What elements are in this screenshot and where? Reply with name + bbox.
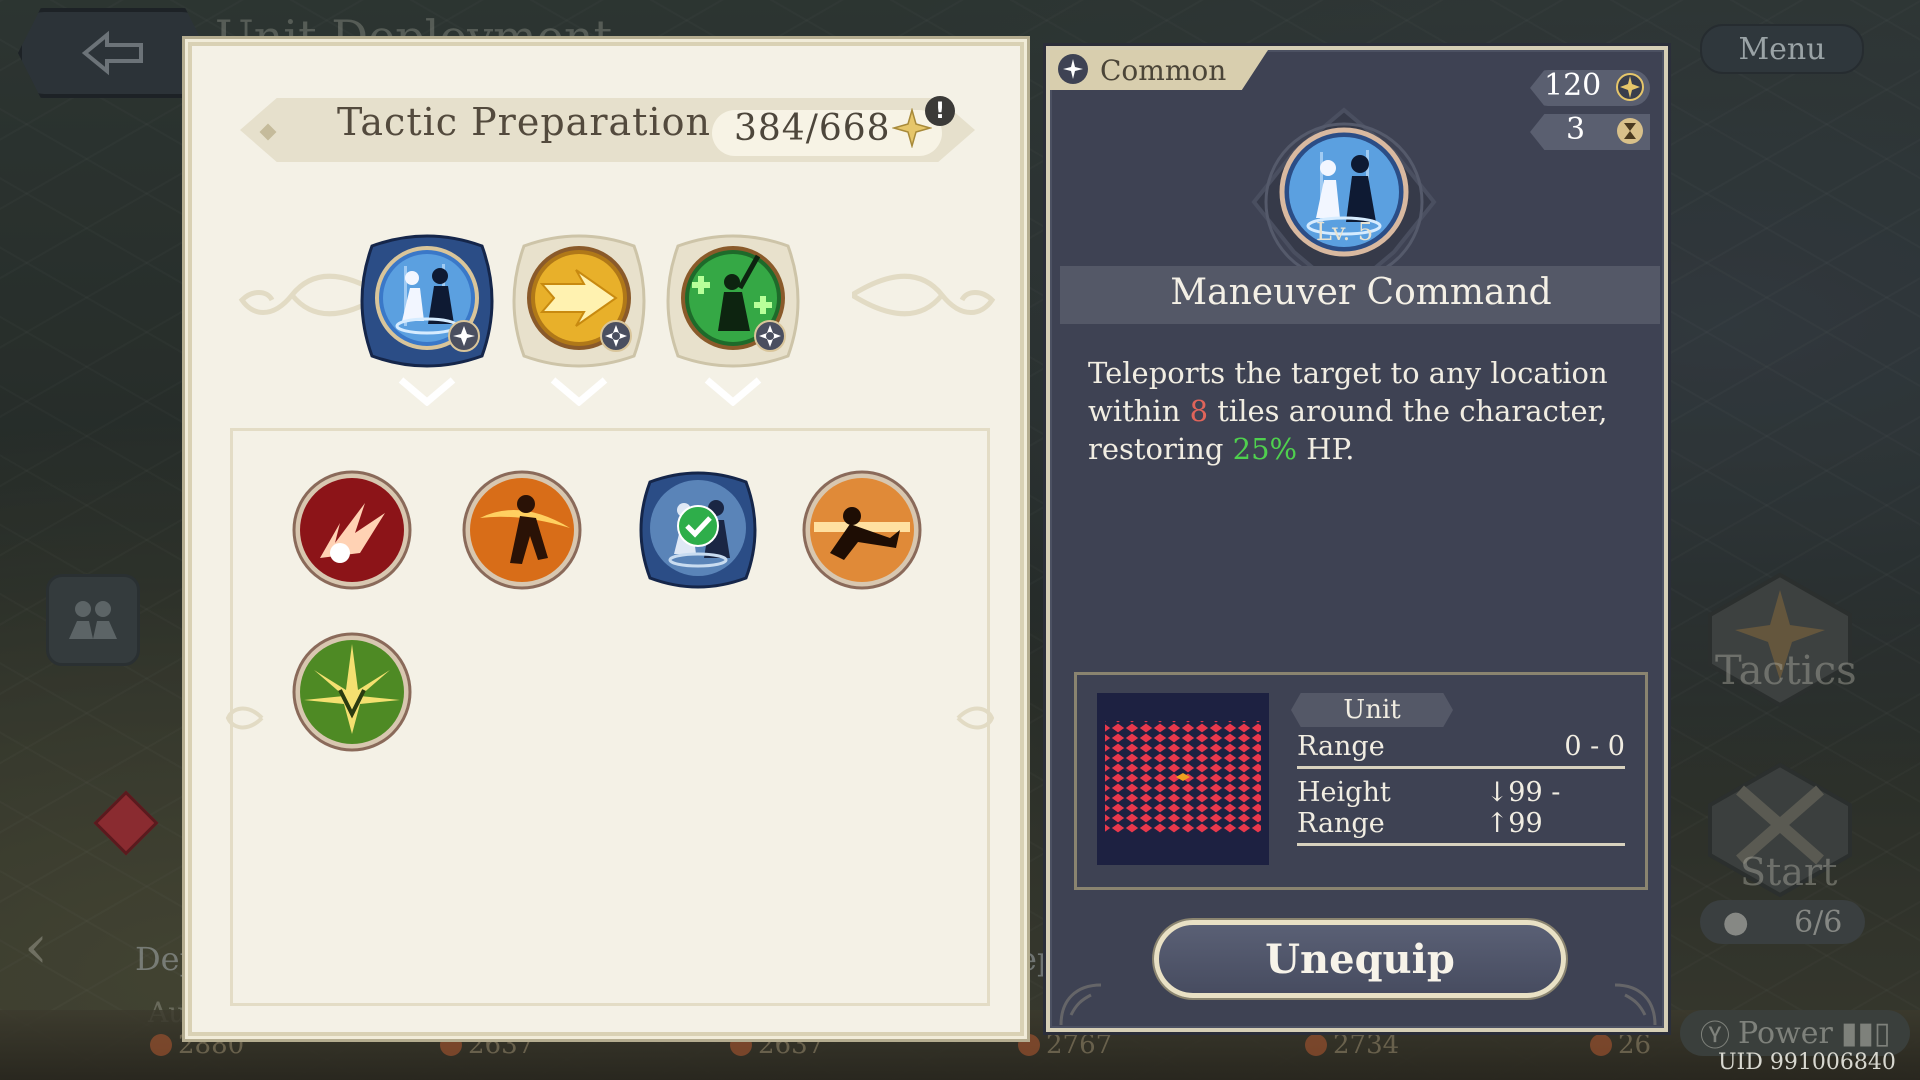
unit-power-value: 2767	[1046, 1030, 1113, 1060]
points-value: 384/668	[734, 108, 891, 149]
desc-tiles-value: 8	[1189, 394, 1209, 428]
side-ornament-icon	[956, 706, 995, 730]
range-row: Range 0 - 0	[1297, 731, 1625, 769]
right-ornament-icon	[852, 273, 996, 317]
unit-icon: ●	[1722, 904, 1749, 940]
range-label: Range	[1297, 731, 1385, 762]
corner-ornament-icon	[1059, 983, 1102, 1026]
power-icon	[730, 1034, 752, 1056]
tactic-level: Lv. 5	[1316, 218, 1374, 246]
range-map	[1097, 693, 1269, 865]
unit-power-value: 2734	[1333, 1030, 1400, 1060]
tactic-point-icon	[1616, 73, 1644, 101]
back-button[interactable]	[18, 8, 208, 98]
cost-value: 120	[1544, 68, 1602, 103]
cooldown-value: 3	[1566, 112, 1586, 147]
uid-text: UID 991006840	[1718, 1050, 1896, 1075]
equipped-slot-1[interactable]	[352, 226, 502, 376]
tactic-detail-panel: Common 120 3 Lv. 5 Maneuver Command Tele…	[1046, 46, 1668, 1032]
inventory-item-maneuver-command[interactable]	[632, 464, 764, 596]
height-range-row: Height Range ↓99 - ↑99	[1297, 777, 1625, 846]
stats-box: Unit Range 0 - 0 Height Range ↓99 - ↑99	[1074, 672, 1648, 890]
unit-count-badge: ● 6/6	[1700, 900, 1865, 944]
chevron-down-icon	[398, 377, 456, 406]
equipped-slot-3[interactable]	[658, 226, 808, 376]
inventory-item-charge[interactable]	[800, 468, 924, 592]
power-filter-icon: Ⓨ	[1700, 1019, 1730, 1054]
chevron-down-icon	[550, 377, 608, 406]
power-icon	[1018, 1034, 1040, 1056]
range-value: 0 - 0	[1564, 731, 1625, 762]
equipped-slot-2[interactable]	[504, 226, 654, 376]
unit-power-6: 26	[1590, 1030, 1651, 1060]
prev-page-arrow[interactable]: ‹	[24, 912, 48, 982]
menu-button[interactable]: Menu	[1700, 24, 1864, 74]
unit-count-value: 6/6	[1794, 904, 1843, 940]
target-type-tag: Unit	[1291, 693, 1453, 727]
side-ornament-icon	[225, 706, 264, 730]
unit-power-value: 26	[1618, 1030, 1652, 1060]
unequip-button[interactable]: Unequip	[1154, 920, 1566, 998]
height-range-label: Height Range	[1297, 777, 1391, 839]
power-label: Power	[1738, 1015, 1833, 1051]
back-arrow-icon	[81, 30, 143, 76]
height-range-value: ↓99 - ↑99	[1485, 777, 1561, 839]
unit-power-5: 2734	[1305, 1030, 1399, 1060]
unit-power-4: 2767	[1018, 1030, 1112, 1060]
alert-icon[interactable]: !	[925, 96, 955, 126]
power-bars-icon: ▮▮▯	[1840, 1015, 1891, 1051]
corner-ornament-icon	[1614, 983, 1657, 1026]
power-icon	[1590, 1034, 1612, 1056]
party-button[interactable]	[46, 574, 140, 666]
tactic-name: Maneuver Command	[1170, 272, 1552, 313]
power-icon	[150, 1034, 172, 1056]
rarity-label: Common	[1100, 54, 1227, 87]
power-icon	[1305, 1034, 1327, 1056]
inventory-item-flame-dash[interactable]	[460, 468, 584, 592]
desc-heal-value: 25%	[1232, 432, 1298, 466]
tactic-description: Teleports the target to any location wit…	[1088, 354, 1608, 468]
panel-title: Tactic Preparation	[337, 100, 711, 144]
desc-text: HP.	[1297, 432, 1355, 466]
start-label: Start	[1740, 850, 1838, 894]
power-icon	[440, 1034, 462, 1056]
inventory-item-radiant-blessing[interactable]	[290, 630, 414, 754]
compass-star-icon	[1058, 54, 1088, 84]
chevron-down-icon	[704, 377, 762, 406]
hourglass-icon	[1617, 118, 1643, 144]
tactics-label: Tactics	[1715, 648, 1857, 694]
tactic-preparation-panel: Tactic Preparation 384/668 !	[188, 42, 1024, 1036]
rarity-tab: Common	[1050, 50, 1268, 90]
party-icon	[69, 601, 117, 639]
inventory-item-fire-burst[interactable]	[290, 468, 414, 592]
